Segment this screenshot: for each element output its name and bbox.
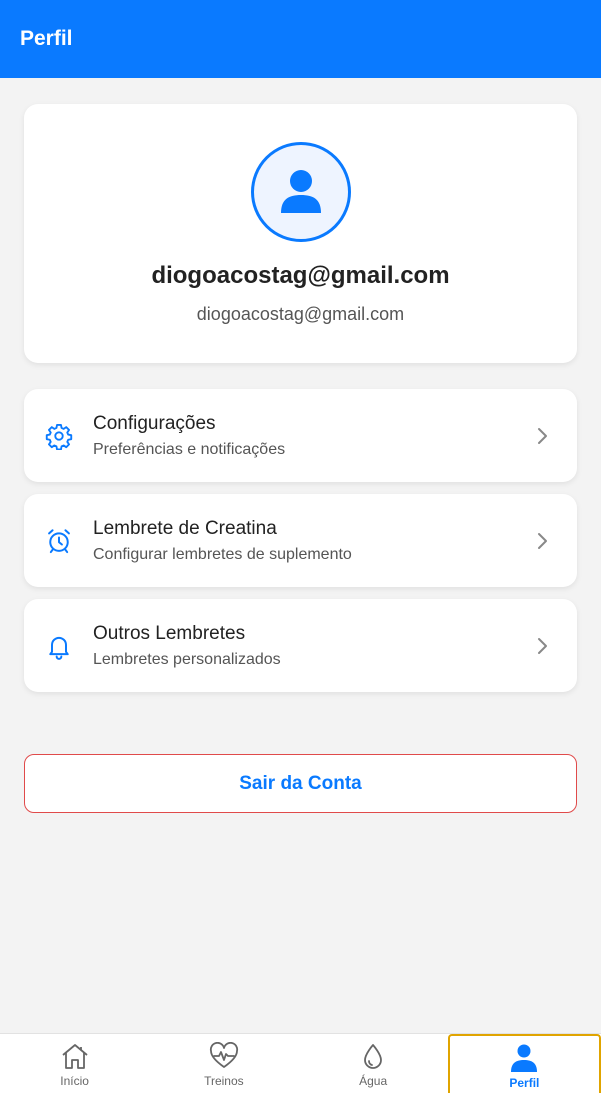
tab-label: Treinos [204,1074,244,1088]
app-header: Perfil [0,0,601,78]
gear-icon [44,421,74,451]
heart-pulse-icon [209,1042,238,1068]
chevron-right-icon [531,424,555,448]
menu-item-settings[interactable]: Configurações Preferências e notificaçõe… [24,389,577,482]
tab-workouts[interactable]: Treinos [149,1034,298,1093]
logout-button[interactable]: Sair da Conta [24,754,577,813]
page-title: Perfil [20,27,73,50]
tab-home[interactable]: Início [0,1034,149,1093]
tab-profile[interactable]: Perfil [447,1034,601,1093]
tab-water[interactable]: Água [299,1034,448,1093]
bell-icon [44,631,74,661]
person-icon [511,1044,538,1072]
tab-label: Início [60,1074,89,1088]
menu-item-subtitle: Preferências e notificações [93,440,286,458]
profile-card: diogoacostag@gmail.com diogoacostag@gmai… [24,104,577,363]
chevron-right-icon [531,529,555,553]
menu-item-creatine-reminder[interactable]: Lembrete de Creatina Configurar lembrete… [24,494,577,587]
profile-name: diogoacostag@gmail.com [151,262,450,289]
menu-item-title: Lembrete de Creatina [93,517,277,539]
menu-item-title: Outros Lembretes [93,622,246,644]
tab-label: Água [359,1074,388,1088]
menu-item-subtitle: Configurar lembretes de suplemento [93,545,352,563]
water-drop-icon [364,1044,383,1069]
profile-email: diogoacostag@gmail.com [196,304,405,324]
bottom-tab-bar: Início Treinos Água Perfil [0,1033,601,1093]
menu-item-other-reminders[interactable]: Outros Lembretes Lembretes personalizado… [24,599,577,692]
alarm-clock-icon [44,526,74,556]
home-icon [62,1044,88,1069]
person-icon [280,170,321,213]
menu-item-subtitle: Lembretes personalizados [93,650,281,668]
tab-label: Perfil [509,1076,540,1090]
chevron-right-icon [531,634,555,658]
menu-item-title: Configurações [93,412,216,434]
avatar [250,142,351,242]
